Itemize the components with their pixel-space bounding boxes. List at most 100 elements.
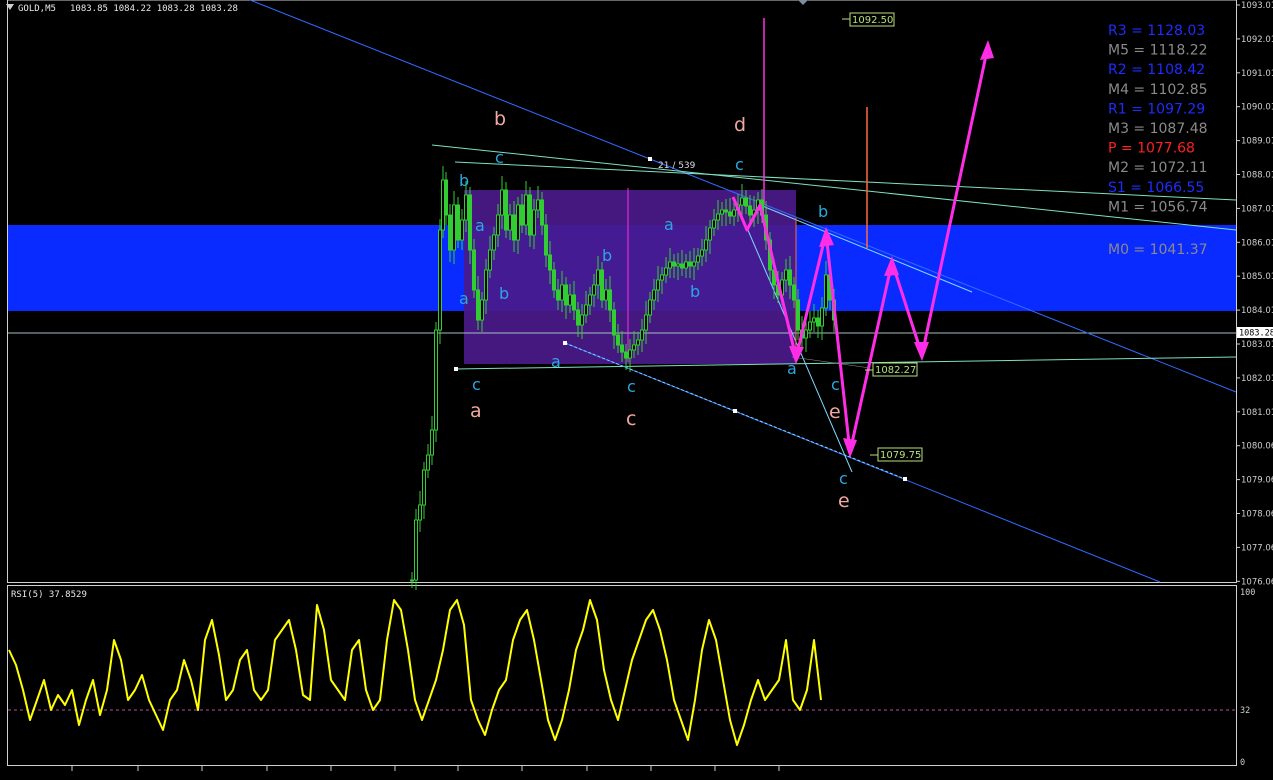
pivot-m4: M4 = 1102.85 (1108, 82, 1208, 98)
candle-body (468, 194, 472, 251)
price-axis-label: 1083.01 (1241, 340, 1273, 350)
wave-label: c (627, 377, 636, 396)
price-axis-label: 1084.01 (1241, 306, 1273, 316)
candle-body (692, 261, 696, 267)
candle-body (548, 254, 552, 271)
rsi-level-32: 32 (1240, 706, 1250, 716)
candle-body (504, 189, 508, 231)
candle-body (784, 269, 788, 281)
rsi-panel-frame (7, 585, 1237, 766)
candle-body (560, 284, 564, 301)
price-tag-2: 1082.27 (875, 365, 916, 376)
wave-label: c (626, 408, 636, 430)
rsi-level-100: 100 (1240, 588, 1255, 598)
candle-body (572, 294, 576, 311)
candle-body (628, 349, 632, 359)
candle-body (520, 204, 524, 226)
candle-body (824, 274, 828, 309)
chart-canvas[interactable]: 1092.50 1082.27 1079.75 21 / 539 b d c c… (0, 0, 1273, 776)
candle-body (472, 249, 476, 291)
candle-body (720, 209, 724, 215)
wave-label: c (839, 469, 848, 488)
candle-body (808, 321, 812, 331)
wave-label: c (472, 375, 481, 394)
candle-body (460, 219, 464, 241)
rsi-title: RSI(5) 37.8529 (11, 590, 87, 600)
candle-body (568, 294, 572, 306)
candle-body (616, 334, 620, 346)
wave-label: a (475, 216, 485, 235)
candle-body (684, 261, 688, 269)
candle-body (492, 234, 496, 251)
candle-body (588, 294, 592, 306)
price-axis-label: 1080.06 (1241, 442, 1273, 452)
ohlc-values: 1083.85 1084.22 1083.28 1083.28 (70, 4, 238, 14)
wave-label: b (494, 108, 506, 130)
candle-body (688, 261, 692, 267)
candle-body (656, 279, 660, 291)
trendline-label: 21 / 539 (658, 161, 696, 171)
wave-label: b (602, 246, 612, 265)
chart-window[interactable]: 1092.50 1082.27 1079.75 21 / 539 b d c c… (0, 0, 1273, 776)
price-tag-3: 1079.75 (880, 450, 921, 461)
candle-body (696, 255, 700, 263)
price-axis-label: 1085.01 (1241, 272, 1273, 282)
candle-body (648, 299, 652, 316)
wave-label: e (838, 490, 850, 512)
price-axis-label: 1093.01 (1241, 1, 1273, 11)
candle-body (700, 249, 704, 257)
price-axis-label: 1082.01 (1241, 374, 1273, 384)
candle-body (612, 309, 616, 336)
pivot-m3: M3 = 1087.48 (1108, 121, 1208, 137)
price-axis-label: 1092.01 (1241, 35, 1273, 45)
candle-body (418, 504, 422, 521)
pivot-r3: R3 = 1128.03 (1108, 23, 1205, 39)
current-price-label: 1083.28 (1239, 329, 1273, 339)
candle-body (796, 299, 800, 331)
candle-body (410, 579, 414, 582)
candle-body (528, 194, 532, 236)
candle-body (500, 189, 504, 216)
wave-label: c (495, 148, 504, 167)
wave-label: a (787, 359, 797, 378)
candle-body (552, 269, 556, 291)
candle-body (724, 209, 728, 213)
wave-label: b (459, 171, 469, 190)
candle-body (712, 219, 716, 229)
price-axis: 1093.01 1092.01 1091.01 1090.01 1089.01 1088.… (1236, 1, 1273, 587)
pivot-r1: R1 = 1097.29 (1108, 101, 1205, 117)
symbol-label: GOLD,M5 (18, 4, 56, 14)
candle-body (426, 454, 430, 471)
price-axis-label: 1076.06 (1241, 577, 1273, 587)
pivot-r2: R2 = 1108.42 (1108, 62, 1205, 78)
candle-body (664, 267, 668, 276)
candle-body (438, 229, 442, 331)
pivot-m5: M5 = 1118.22 (1108, 43, 1208, 59)
pivot-m0: M0 = 1041.37 (1108, 242, 1208, 258)
price-tag-1: 1092.50 (852, 15, 893, 26)
candle-body (704, 239, 708, 251)
candle-body (660, 274, 664, 281)
price-axis-label: 1091.01 (1241, 69, 1273, 79)
pivot-p: P = 1077.68 (1108, 141, 1195, 157)
candle-body (576, 309, 580, 326)
candle-body (820, 307, 824, 327)
pivot-s1: S1 = 1066.55 (1108, 180, 1204, 196)
candle-body (480, 299, 484, 321)
candle-body (524, 194, 528, 226)
price-axis-label: 1089.01 (1241, 137, 1273, 147)
candle-body (728, 211, 732, 217)
candle-body (488, 249, 492, 271)
candle-body (508, 214, 512, 231)
candle-body (732, 209, 736, 217)
wave-label: a (459, 289, 469, 308)
candle-body (708, 227, 712, 241)
wave-label: c (735, 155, 744, 174)
candle-body (592, 284, 596, 296)
candle-body (608, 289, 612, 311)
wave-label: d (734, 114, 746, 136)
candle-body (604, 289, 608, 301)
candle-body (452, 204, 456, 251)
candle-body (620, 344, 624, 353)
candle-body (596, 269, 600, 286)
